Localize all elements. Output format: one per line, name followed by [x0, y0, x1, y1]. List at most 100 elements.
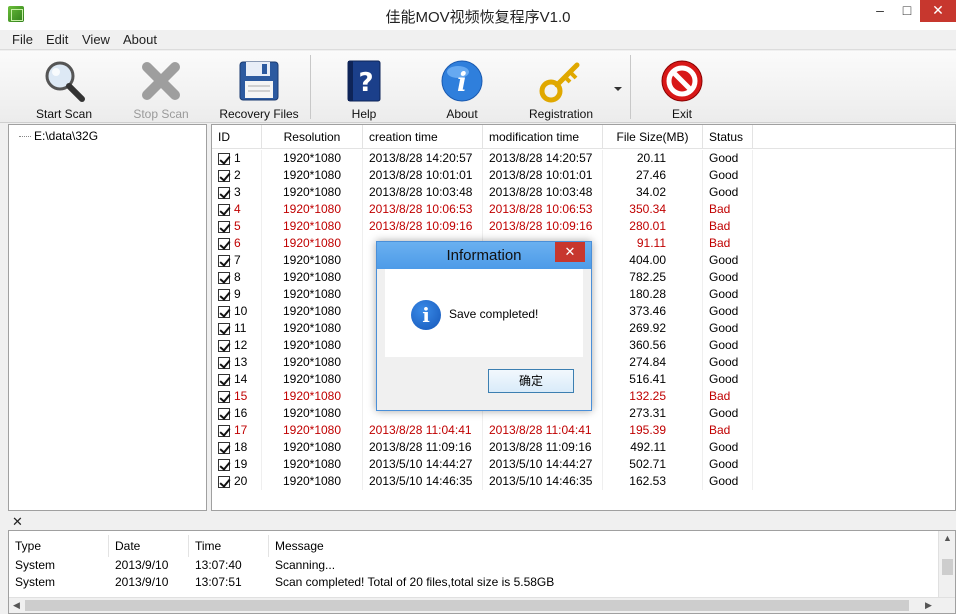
log-header-date[interactable]: Date [109, 535, 189, 557]
table-row[interactable]: 2 1920*1080 2013/8/28 10:01:01 2013/8/28 10… [212, 167, 955, 184]
row-checkbox[interactable] [218, 170, 230, 182]
tree-node-root[interactable]: E:\data\32G [19, 129, 98, 143]
row-checkbox[interactable] [218, 238, 230, 250]
cell-resolution: 1920*1080 [262, 286, 363, 303]
maximize-button[interactable]: □ [893, 0, 921, 22]
cell-modification-time: 2013/8/28 10:03:48 [483, 184, 603, 201]
menu-edit[interactable]: Edit [46, 32, 68, 47]
row-checkbox[interactable] [218, 272, 230, 284]
log-cell-type: System [15, 558, 56, 572]
table-row[interactable]: 20 1920*1080 2013/5/10 14:46:35 2013/5/10 1… [212, 473, 955, 490]
row-checkbox[interactable] [218, 323, 230, 335]
header-resolution[interactable]: Resolution [262, 125, 363, 149]
vertical-scroll-thumb[interactable] [942, 559, 953, 575]
log-close-icon[interactable]: ✕ [12, 514, 23, 530]
menu-view[interactable]: View [82, 32, 110, 47]
cell-status: Good [703, 150, 753, 167]
cell-file-size: 27.46 [603, 167, 703, 184]
log-row[interactable]: System 2013/9/10 13:07:51 Scan completed! T… [9, 574, 939, 591]
registration-button[interactable]: Registration [516, 55, 606, 121]
log-header-type[interactable]: Type [9, 535, 109, 557]
table-row[interactable]: 18 1920*1080 2013/8/28 11:09:16 2013/8/28 1… [212, 439, 955, 456]
row-checkbox[interactable] [218, 425, 230, 437]
cell-resolution: 1920*1080 [262, 337, 363, 354]
log-cell-date: 2013/9/10 [115, 575, 169, 589]
scroll-up-icon[interactable]: ▲ [943, 533, 952, 543]
cell-creation-time: 2013/8/28 11:04:41 [363, 422, 483, 439]
log-horizontal-scrollbar[interactable]: ◀ ▶ [9, 597, 955, 613]
menu-bar: File Edit View About [0, 30, 956, 50]
row-checkbox[interactable] [218, 306, 230, 318]
scroll-left-icon[interactable]: ◀ [13, 600, 20, 611]
row-checkbox[interactable] [218, 289, 230, 301]
menu-file[interactable]: File [12, 32, 33, 47]
cell-id: 1 [234, 150, 262, 167]
row-checkbox[interactable] [218, 374, 230, 386]
cell-file-size: 20.11 [603, 150, 703, 167]
header-modification-time[interactable]: modification time [483, 125, 603, 149]
header-id[interactable]: ID [212, 125, 262, 149]
row-checkbox[interactable] [218, 153, 230, 165]
help-button[interactable]: ? Help [319, 55, 409, 121]
row-checkbox[interactable] [218, 187, 230, 199]
exit-button[interactable]: Exit [637, 55, 727, 121]
header-file-size[interactable]: File Size(MB) [603, 125, 703, 149]
log-cell-type: System [15, 575, 56, 589]
table-row[interactable]: 4 1920*1080 2013/8/28 10:06:53 2013/8/28 10… [212, 201, 955, 218]
stop-scan-button[interactable]: Stop Scan [116, 55, 206, 121]
table-row[interactable]: 19 1920*1080 2013/5/10 14:44:27 2013/5/10 1… [212, 456, 955, 473]
row-checkbox[interactable] [218, 442, 230, 454]
row-checkbox[interactable] [218, 357, 230, 369]
dialog-close-button[interactable]: ✕ [555, 242, 585, 262]
about-button[interactable]: i About [417, 55, 507, 121]
cell-resolution: 1920*1080 [262, 371, 363, 388]
start-scan-button[interactable]: Start Scan [19, 55, 109, 121]
row-checkbox[interactable] [218, 255, 230, 267]
cell-file-size: 404.00 [603, 252, 703, 269]
cell-status: Good [703, 405, 753, 422]
table-row[interactable]: 17 1920*1080 2013/8/28 11:04:41 2013/8/28 1… [212, 422, 955, 439]
scroll-right-icon[interactable]: ▶ [925, 600, 932, 611]
dialog-message: Save completed! [449, 307, 539, 321]
minimize-button[interactable]: – [866, 0, 894, 22]
table-row[interactable]: 3 1920*1080 2013/8/28 10:03:48 2013/8/28 10… [212, 184, 955, 201]
window-title: 佳能MOV视频恢复程序V1.0 [385, 9, 571, 26]
row-checkbox[interactable] [218, 204, 230, 216]
table-row[interactable]: 5 1920*1080 2013/8/28 10:09:16 2013/8/28 10… [212, 218, 955, 235]
row-checkbox[interactable] [218, 391, 230, 403]
recovery-files-button[interactable]: Recovery Files [214, 55, 304, 121]
table-row[interactable]: 1 1920*1080 2013/8/28 14:20:57 2013/8/28 14… [212, 150, 955, 167]
dialog-ok-button[interactable]: 确定 [488, 369, 574, 393]
cell-id: 10 [234, 303, 262, 320]
cell-status: Good [703, 269, 753, 286]
log-row[interactable]: System 2013/9/10 13:07:40 Scanning... [9, 557, 939, 574]
cell-modification-time: 2013/5/10 14:44:27 [483, 456, 603, 473]
registration-dropdown-arrow[interactable] [614, 87, 622, 91]
cell-resolution: 1920*1080 [262, 150, 363, 167]
cell-file-size: 492.11 [603, 439, 703, 456]
log-vertical-scrollbar[interactable]: ▲ [938, 531, 955, 597]
cell-id: 17 [234, 422, 262, 439]
row-checkbox[interactable] [218, 340, 230, 352]
cell-creation-time: 2013/5/10 14:44:27 [363, 456, 483, 473]
toolbar-separator [310, 55, 311, 119]
row-checkbox[interactable] [218, 221, 230, 233]
cell-creation-time: 2013/8/28 10:01:01 [363, 167, 483, 184]
log-cell-time: 13:07:40 [195, 558, 242, 572]
cell-id: 15 [234, 388, 262, 405]
horizontal-scroll-thumb[interactable] [25, 600, 909, 611]
log-panel: Type Date Time Message System 2013/9/10 13… [8, 530, 956, 614]
cell-resolution: 1920*1080 [262, 303, 363, 320]
header-status[interactable]: Status [703, 125, 753, 149]
close-window-button[interactable]: ✕ [920, 0, 956, 22]
menu-about[interactable]: About [123, 32, 157, 47]
row-checkbox[interactable] [218, 476, 230, 488]
header-creation-time[interactable]: creation time [363, 125, 483, 149]
log-header-time[interactable]: Time [189, 535, 269, 557]
cell-file-size: 782.25 [603, 269, 703, 286]
row-checkbox[interactable] [218, 408, 230, 420]
row-checkbox[interactable] [218, 459, 230, 471]
cell-resolution: 1920*1080 [262, 167, 363, 184]
cell-id: 12 [234, 337, 262, 354]
log-header-message[interactable]: Message [269, 535, 629, 557]
